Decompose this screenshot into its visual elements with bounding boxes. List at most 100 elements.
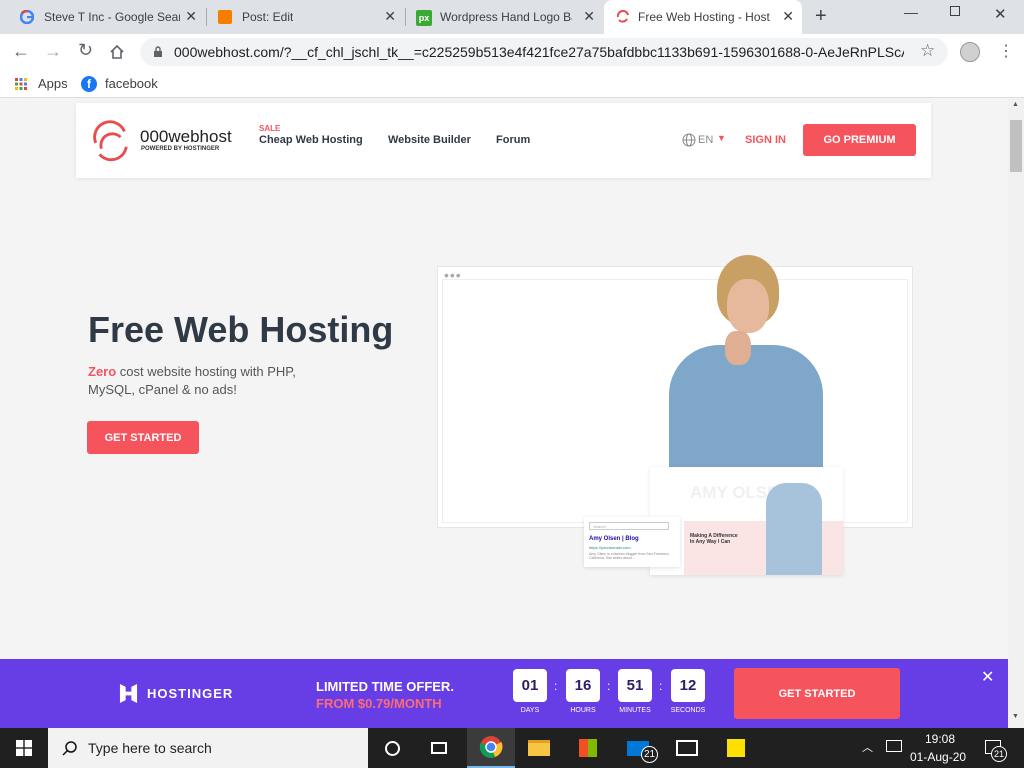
language-selector[interactable]: EN xyxy=(698,134,713,146)
mockup-card-title: Making A Difference In Any Way I Can xyxy=(690,533,738,545)
clock-time[interactable]: 19:08 xyxy=(925,732,955,746)
store-icon[interactable] xyxy=(565,728,611,768)
mail-icon[interactable]: 21 xyxy=(615,728,661,768)
label-minutes: MINUTES xyxy=(619,707,651,714)
label-hours: HOURS xyxy=(570,707,596,714)
woman-photo xyxy=(665,253,825,467)
promo-line1: LIMITED TIME OFFER. xyxy=(316,679,454,694)
hostinger-brand: HOSTINGER xyxy=(147,686,234,701)
logo-text[interactable]: 000webhost xyxy=(140,127,232,147)
hero-title: Free Web Hosting xyxy=(88,309,394,350)
mail-badge: 21 xyxy=(641,746,658,763)
promo-banner: HOSTINGER LIMITED TIME OFFER. FROM $0.79… xyxy=(0,659,1008,728)
taskbar-search-box[interactable]: Type here to search xyxy=(48,728,368,768)
task-view-icon[interactable] xyxy=(416,728,462,768)
cortana-icon[interactable] xyxy=(369,728,415,768)
sticky-notes-icon[interactable] xyxy=(713,728,759,768)
new-tab-button[interactable]: + xyxy=(815,5,827,28)
tab-label: Free Web Hosting - Host xyxy=(638,10,770,24)
label-seconds: SECONDS xyxy=(670,707,706,714)
close-icon[interactable]: ✕ xyxy=(185,8,197,25)
countdown-minutes: 51 xyxy=(618,669,652,702)
close-promo-icon[interactable]: ✕ xyxy=(981,667,994,687)
mockup-blog-url: https://yourdomain.com xyxy=(589,545,631,550)
close-icon[interactable]: ✕ xyxy=(384,8,396,25)
scrollbar[interactable]: ▲ ▼ xyxy=(1008,99,1024,728)
facebook-icon: f xyxy=(81,76,97,92)
go-premium-button[interactable]: GO PREMIUM xyxy=(803,124,916,156)
face xyxy=(727,279,769,333)
close-window-button[interactable]: ✕ xyxy=(994,5,1007,23)
file-explorer-icon[interactable] xyxy=(516,728,562,768)
taskbar-search-placeholder: Type here to search xyxy=(88,740,212,756)
tab-000webhost[interactable]: Free Web Hosting - Host ✕ xyxy=(604,0,802,34)
hero-subtitle: Zero cost website hosting with PHP, MySQ… xyxy=(88,363,328,399)
reload-icon[interactable]: ↻ xyxy=(78,40,93,61)
scroll-up-icon[interactable]: ▲ xyxy=(1012,101,1019,108)
profile-avatar[interactable] xyxy=(960,42,980,62)
site-header: 000webhost POWERED BY HOSTINGER SALE Che… xyxy=(76,103,931,178)
promo-get-started-button[interactable]: GET STARTED xyxy=(734,668,900,719)
label-days: DAYS xyxy=(520,707,540,714)
search-icon xyxy=(62,741,77,756)
close-icon[interactable]: ✕ xyxy=(782,8,794,25)
mockup-search-box: Search xyxy=(589,522,669,530)
countdown-hours: 16 xyxy=(566,669,600,702)
bookmark-facebook[interactable]: facebook xyxy=(105,76,158,91)
logo-subtext: POWERED BY HOSTINGER xyxy=(141,146,220,152)
mockup-search-card: Search Amy Olsen | Blog https://yourdoma… xyxy=(584,517,680,567)
countdown-days: 01 xyxy=(513,669,547,702)
lock-icon xyxy=(154,46,162,57)
photos-icon[interactable] xyxy=(664,728,710,768)
tab-label: Post: Edit xyxy=(242,10,294,24)
network-icon[interactable] xyxy=(886,740,902,752)
mockup-search-placeholder: Search xyxy=(593,524,606,529)
omnibox[interactable]: 000webhost.com/?__cf_chl_jschl_tk__=c225… xyxy=(140,38,948,66)
tab-blogger[interactable]: Post: Edit ✕ xyxy=(206,0,404,34)
windows-start-icon[interactable] xyxy=(16,740,32,756)
nav-link-cheap-hosting[interactable]: Cheap Web Hosting xyxy=(259,134,363,146)
tab-label: Wordpress Hand Logo Ba xyxy=(440,10,572,24)
hero-subtitle-text: cost website hosting with PHP, MySQL, cP… xyxy=(88,364,296,397)
mockup-blog-name: Amy Olsen | Blog xyxy=(589,536,639,542)
promo-line2: FROM $0.79/MONTH xyxy=(316,696,442,711)
menu-icon[interactable]: ⋮ xyxy=(998,41,1014,61)
jacket xyxy=(669,345,823,467)
pixlr-icon: px xyxy=(416,10,432,26)
hero-highlight: Zero xyxy=(88,364,117,379)
google-icon xyxy=(20,10,34,24)
tab-google[interactable]: Steve T Inc - Google Sear ✕ xyxy=(0,0,205,34)
bookmark-apps[interactable]: Apps xyxy=(38,76,68,91)
000webhost-logo-icon[interactable] xyxy=(90,120,132,162)
tab-strip: Steve T Inc - Google Sear ✕ Post: Edit ✕… xyxy=(0,0,1024,34)
forward-icon[interactable]: → xyxy=(44,41,62,62)
mockup-blog-desc: Amy Olsen is a fashion blogger from San … xyxy=(589,552,670,560)
blogger-icon xyxy=(218,10,232,24)
nav-link-website-builder[interactable]: Website Builder xyxy=(388,134,471,146)
scroll-down-icon[interactable]: ▼ xyxy=(1012,713,1019,720)
clock-date[interactable]: 01-Aug-20 xyxy=(910,750,966,764)
minimize-button[interactable]: — xyxy=(904,4,918,20)
close-icon[interactable]: ✕ xyxy=(583,8,595,25)
globe-icon[interactable] xyxy=(682,133,696,147)
nav-link-forum[interactable]: Forum xyxy=(496,134,530,146)
sale-badge: SALE xyxy=(259,124,281,133)
notification-badge: 21 xyxy=(991,746,1007,762)
back-icon[interactable]: ← xyxy=(12,41,30,62)
chevron-up-icon[interactable]: ︿ xyxy=(862,739,873,755)
page-content: 000webhost POWERED BY HOSTINGER SALE Che… xyxy=(0,99,1008,728)
tab-pixlr[interactable]: px Wordpress Hand Logo Ba ✕ xyxy=(405,0,603,34)
star-icon[interactable]: ☆ xyxy=(920,41,935,61)
mockup-woman-small xyxy=(766,483,822,575)
url-text: 000webhost.com/?__cf_chl_jschl_tk__=c225… xyxy=(174,44,904,60)
chrome-icon[interactable] xyxy=(467,728,515,768)
countdown-seconds: 12 xyxy=(671,669,705,702)
hero-get-started-button[interactable]: GET STARTED xyxy=(87,421,199,454)
hostinger-logo-icon xyxy=(119,684,138,703)
sign-in-link[interactable]: SIGN IN xyxy=(745,134,786,146)
notification-center-icon[interactable]: 21 xyxy=(985,740,1007,762)
scroll-thumb[interactable] xyxy=(1010,120,1022,172)
apps-icon[interactable] xyxy=(15,78,27,90)
home-icon[interactable] xyxy=(109,44,125,60)
restore-button[interactable] xyxy=(950,6,960,16)
